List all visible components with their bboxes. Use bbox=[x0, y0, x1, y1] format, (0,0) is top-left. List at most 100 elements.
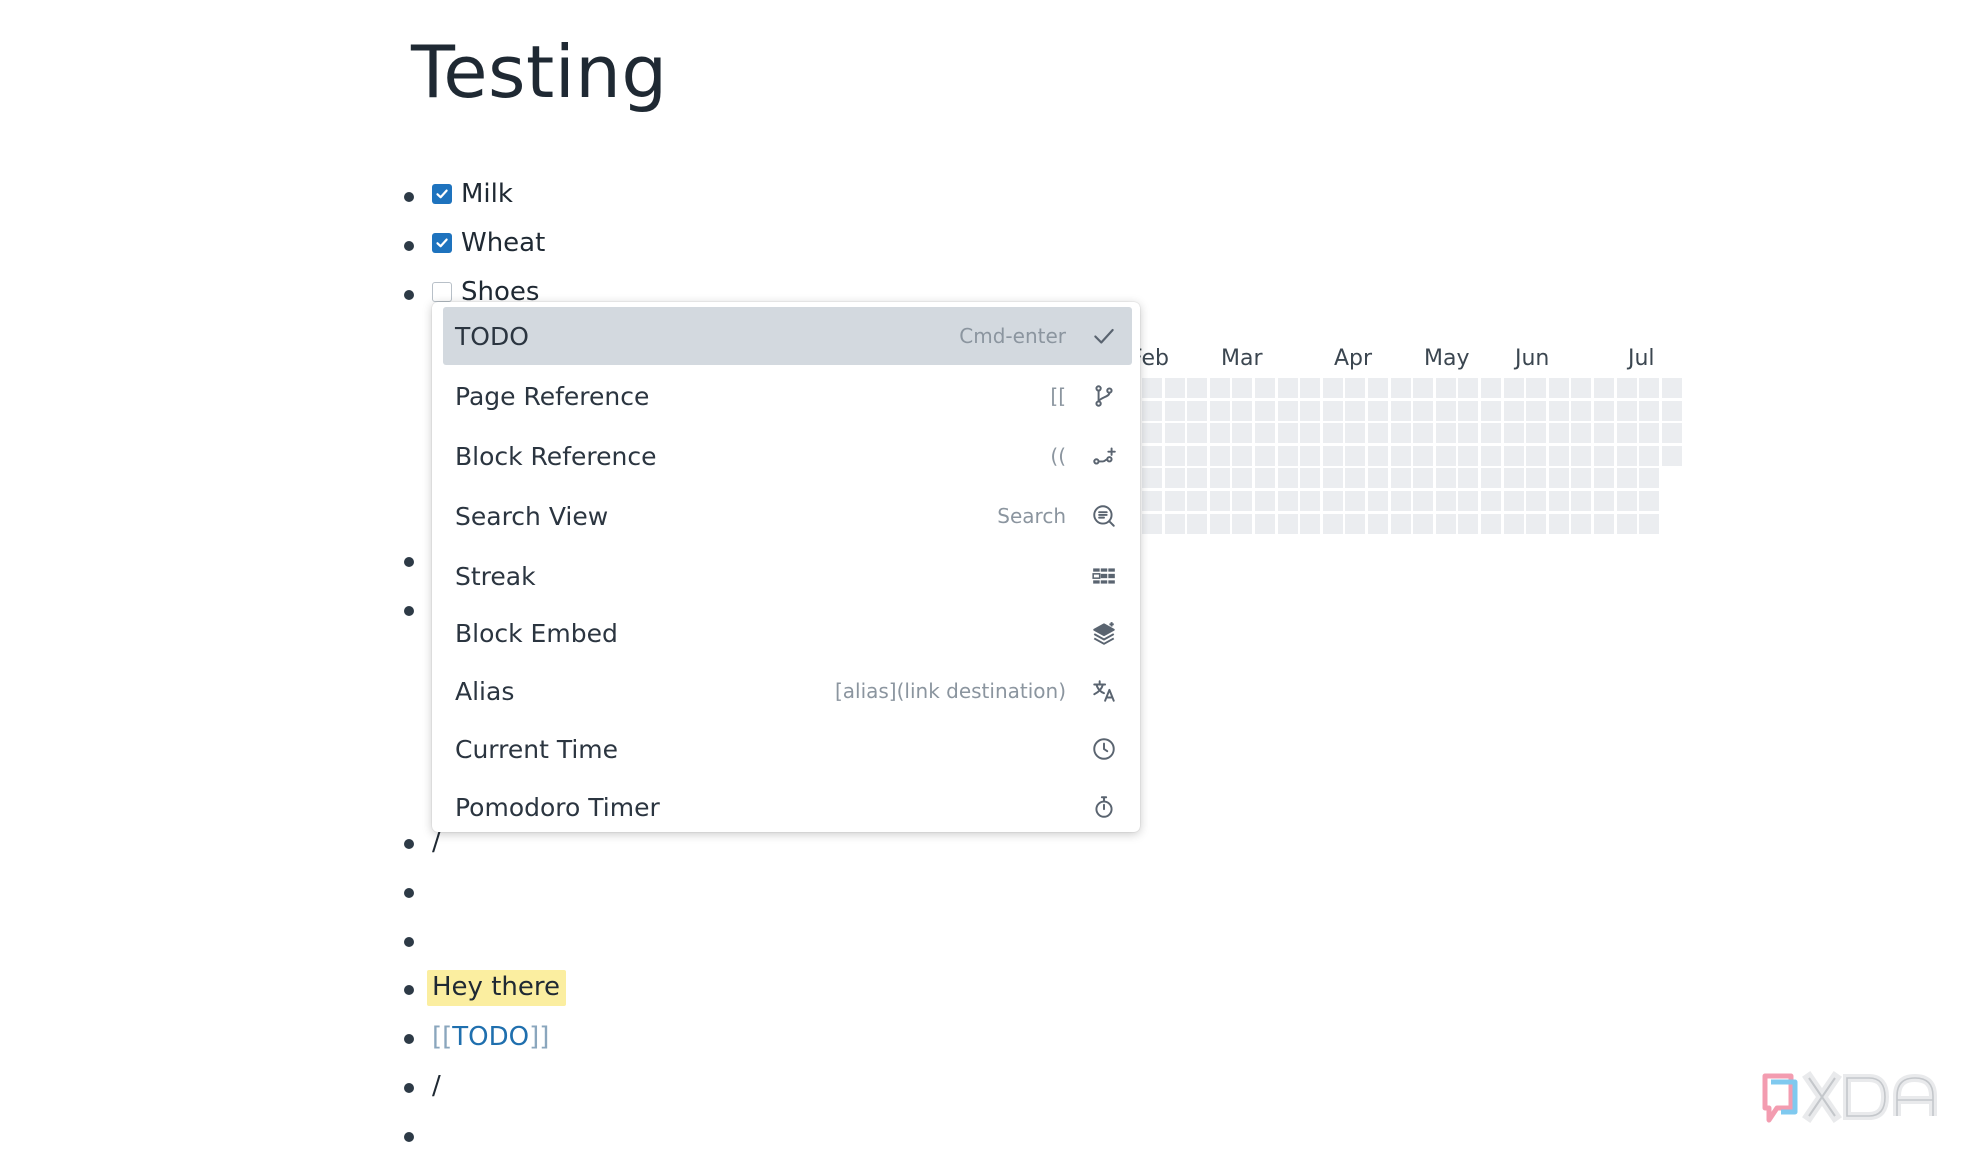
streak-day-cell bbox=[1391, 401, 1411, 421]
streak-day-cell bbox=[1504, 401, 1524, 421]
block-text: / bbox=[432, 1071, 441, 1101]
slash-command-block[interactable]: / bbox=[432, 1066, 441, 1106]
block-bullet[interactable] bbox=[404, 985, 414, 995]
streak-day-cell bbox=[1300, 378, 1320, 398]
highlight-block[interactable]: Hey there bbox=[427, 968, 566, 1008]
empty-block-bullet[interactable] bbox=[404, 888, 414, 898]
streak-day-cell bbox=[1345, 378, 1365, 398]
streak-day-cell bbox=[1458, 446, 1478, 466]
month-label: Mar bbox=[1221, 346, 1263, 371]
streak-day-cell bbox=[1526, 468, 1546, 488]
block-bullet[interactable] bbox=[404, 1083, 414, 1093]
streak-day-cell bbox=[1549, 423, 1569, 443]
streak-day-cell bbox=[1187, 446, 1207, 466]
streak-day-cell bbox=[1323, 378, 1343, 398]
streak-day-cell bbox=[1232, 401, 1252, 421]
empty-block-bullet[interactable] bbox=[404, 937, 414, 947]
streak-day-cell bbox=[1617, 491, 1637, 511]
menu-item-pomodoro-timer[interactable]: Pomodoro Timer bbox=[443, 778, 1132, 832]
menu-item-shortcut: [alias](link destination) bbox=[834, 679, 1066, 703]
streak-day-cell bbox=[1617, 423, 1637, 443]
menu-item-alias[interactable]: Alias [alias](link destination) bbox=[443, 662, 1132, 720]
menu-item-label: Current Time bbox=[455, 734, 619, 764]
streak-day-cell bbox=[1413, 514, 1433, 534]
page-reference-link[interactable]: TODO bbox=[452, 1022, 529, 1052]
streak-day-cell bbox=[1549, 491, 1569, 511]
streak-day-cell bbox=[1594, 468, 1614, 488]
streak-day-cell bbox=[1413, 446, 1433, 466]
todo-checkbox[interactable] bbox=[432, 282, 452, 302]
streak-day-cell bbox=[1391, 468, 1411, 488]
menu-item-page-reference[interactable]: Page Reference [[ bbox=[443, 367, 1132, 425]
streak-day-cell bbox=[1278, 446, 1298, 466]
menu-item-block-embed[interactable]: Block Embed bbox=[443, 604, 1132, 662]
block-bullet[interactable] bbox=[404, 606, 414, 616]
streak-day-cell bbox=[1368, 378, 1388, 398]
streak-day-cell bbox=[1165, 468, 1185, 488]
streak-day-cell bbox=[1571, 491, 1591, 511]
streak-day-cell bbox=[1436, 401, 1456, 421]
menu-item-current-time[interactable]: Current Time bbox=[443, 720, 1132, 778]
streak-day-cell bbox=[1594, 514, 1614, 534]
streak-day-cell bbox=[1549, 401, 1569, 421]
streak-day-cell bbox=[1639, 423, 1659, 443]
streak-day-cell bbox=[1526, 491, 1546, 511]
todo-block-milk[interactable]: Milk bbox=[432, 174, 513, 214]
streak-day-cell bbox=[1278, 423, 1298, 443]
menu-item-block-reference[interactable]: Block Reference (( bbox=[443, 427, 1132, 485]
streak-day-cell bbox=[1255, 401, 1275, 421]
page-reference-block[interactable]: [[TODO]] bbox=[432, 1017, 549, 1057]
streak-day-cell bbox=[1142, 468, 1162, 488]
block-bullet[interactable] bbox=[404, 241, 414, 251]
menu-item-streak[interactable]: Streak bbox=[443, 547, 1132, 605]
block-bullet[interactable] bbox=[404, 1034, 414, 1044]
streak-day-cell bbox=[1549, 468, 1569, 488]
streak-day-cell bbox=[1300, 468, 1320, 488]
streak-day-cell bbox=[1187, 378, 1207, 398]
empty-block-bullet[interactable] bbox=[404, 1132, 414, 1142]
streak-day-cell bbox=[1526, 401, 1546, 421]
block-bullet[interactable] bbox=[404, 839, 414, 849]
streak-day-cell bbox=[1571, 401, 1591, 421]
clock-icon bbox=[1090, 735, 1118, 763]
todo-checkbox[interactable] bbox=[432, 233, 452, 253]
block-bullet[interactable] bbox=[404, 557, 414, 567]
streak-day-cell bbox=[1165, 423, 1185, 443]
streak-day-cell bbox=[1187, 423, 1207, 443]
streak-day-cell bbox=[1413, 491, 1433, 511]
streak-day-cell bbox=[1255, 446, 1275, 466]
todo-block-wheat[interactable]: Wheat bbox=[432, 223, 545, 263]
block-bullet[interactable] bbox=[404, 192, 414, 202]
streak-day-cell bbox=[1526, 514, 1546, 534]
streak-day-cell bbox=[1436, 423, 1456, 443]
streak-day-cell bbox=[1232, 378, 1252, 398]
streak-day-cell bbox=[1278, 514, 1298, 534]
streak-day-cell bbox=[1549, 514, 1569, 534]
month-label: May bbox=[1424, 346, 1470, 371]
todo-text: Wheat bbox=[461, 228, 546, 258]
menu-item-search-view[interactable]: Search View Search bbox=[443, 487, 1132, 545]
streak-day-cell bbox=[1481, 468, 1501, 488]
streak-day-cell bbox=[1504, 491, 1524, 511]
streak-day-cell bbox=[1368, 401, 1388, 421]
highlighted-text: Hey there bbox=[427, 970, 566, 1006]
menu-item-todo[interactable]: TODO Cmd-enter bbox=[443, 307, 1132, 365]
streak-day-cell bbox=[1345, 491, 1365, 511]
streak-day-cell bbox=[1413, 378, 1433, 398]
block-bullet[interactable] bbox=[404, 290, 414, 300]
streak-day-cell bbox=[1368, 446, 1388, 466]
streak-day-cell bbox=[1391, 446, 1411, 466]
streak-day-cell bbox=[1391, 491, 1411, 511]
streak-day-cell bbox=[1662, 378, 1682, 398]
streak-day-cell bbox=[1142, 401, 1162, 421]
menu-item-label: TODO bbox=[455, 321, 529, 351]
streak-day-cell bbox=[1232, 491, 1252, 511]
streak-day-cell bbox=[1255, 378, 1275, 398]
todo-checkbox[interactable] bbox=[432, 184, 452, 204]
menu-item-label: Pomodoro Timer bbox=[455, 792, 660, 822]
streak-day-cell bbox=[1571, 378, 1591, 398]
streak-day-cell bbox=[1526, 378, 1546, 398]
check-icon bbox=[436, 238, 448, 248]
streak-day-cell bbox=[1662, 401, 1682, 421]
streak-day-cell bbox=[1481, 446, 1501, 466]
